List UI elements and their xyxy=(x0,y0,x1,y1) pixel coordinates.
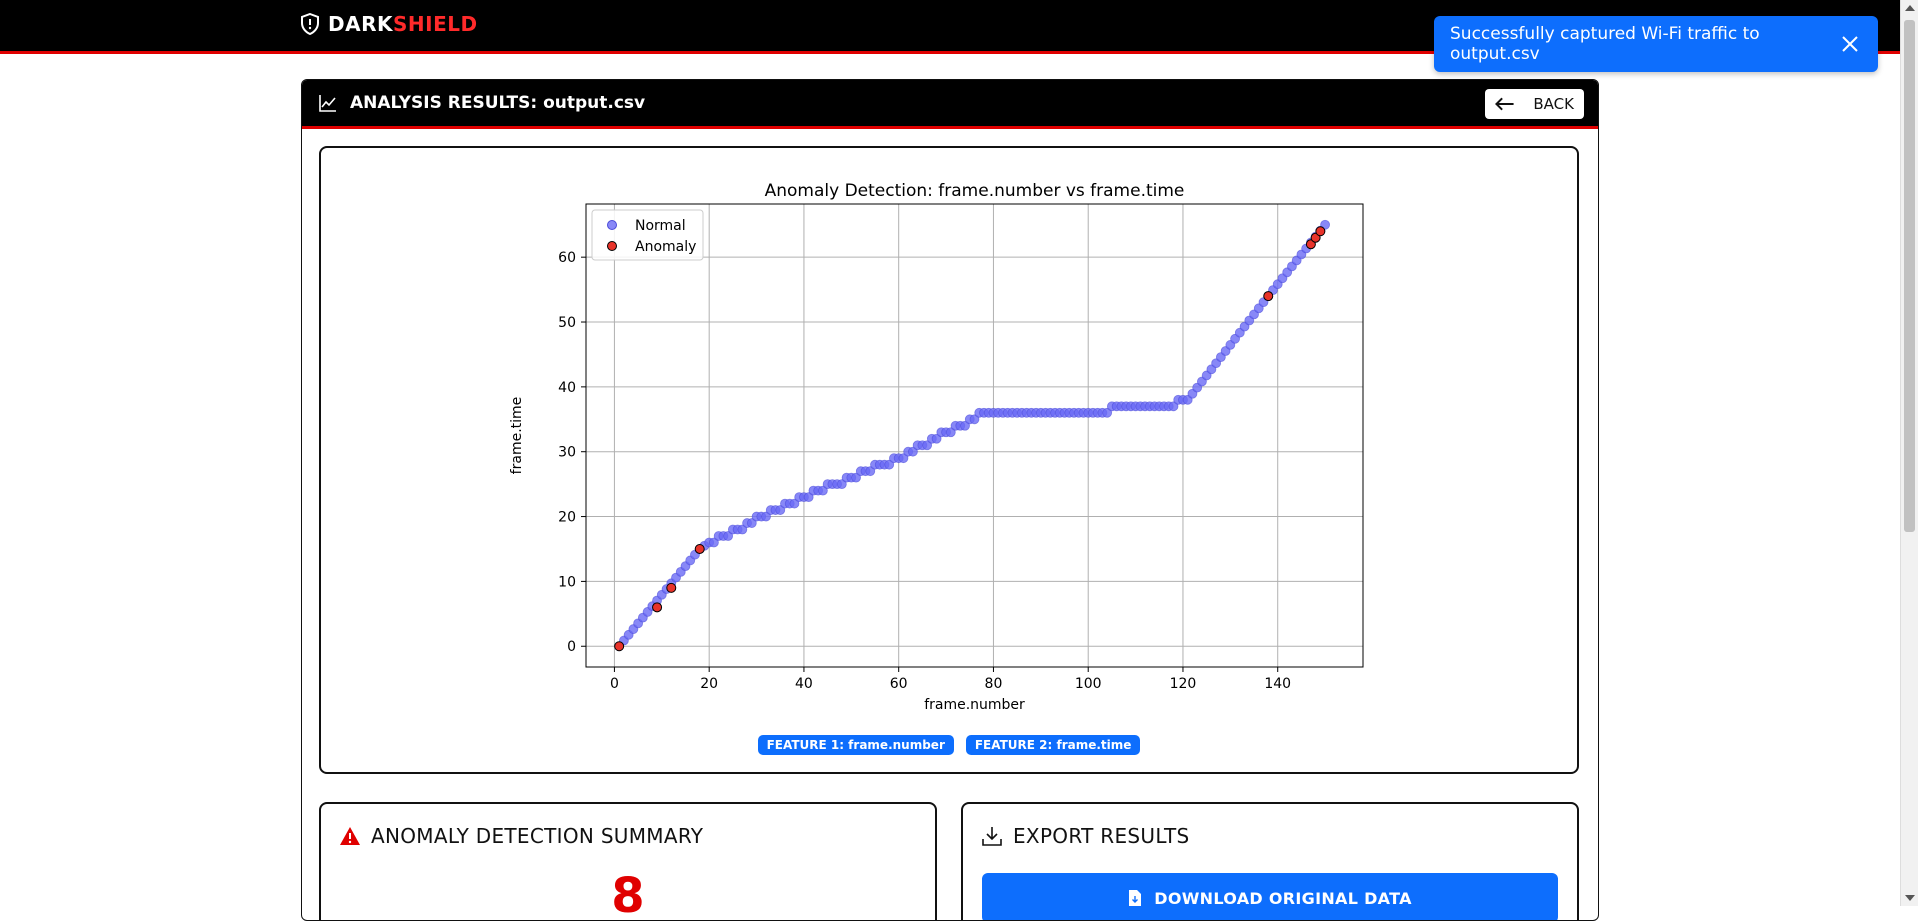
anomaly-point xyxy=(614,641,625,652)
anomaly-point xyxy=(652,602,663,613)
summary-header: ANOMALY DETECTION SUMMARY xyxy=(339,824,703,848)
page-scrollbar[interactable] xyxy=(1900,0,1918,906)
panel-header: ANALYSIS RESULTS: output.csv BACK xyxy=(302,80,1598,129)
y-tick-label: 50 xyxy=(558,315,576,331)
success-toast: Successfully captured Wi-Fi traffic to o… xyxy=(1434,16,1878,72)
brand-name-shield: SHIELD xyxy=(392,12,478,36)
analysis-results-panel: ANALYSIS RESULTS: output.csv BACK 0 20 40 6… xyxy=(301,79,1599,921)
x-tick-label: 140 xyxy=(1264,676,1291,692)
close-icon[interactable] xyxy=(1838,32,1862,56)
x-tick-label: 60 xyxy=(890,676,908,692)
y-tick-label: 20 xyxy=(558,510,576,526)
y-tick-label: 60 xyxy=(558,250,576,266)
anomaly-point xyxy=(1263,291,1274,302)
chart-title: Anomaly Detection: frame.number vs frame… xyxy=(765,181,1185,201)
y-tick-label: 40 xyxy=(558,380,576,396)
download-original-button[interactable]: DOWNLOAD ORIGINAL DATA xyxy=(982,873,1558,920)
feature-badges: FEATURE 1: frame.number FEATURE 2: frame… xyxy=(321,735,1577,755)
back-button[interactable]: BACK xyxy=(1485,89,1584,119)
feature2-badge: FEATURE 2: frame.time xyxy=(965,735,1141,755)
anomaly-point xyxy=(666,582,677,593)
scroll-down-arrow-icon[interactable] xyxy=(1905,895,1915,901)
y-tick-label: 10 xyxy=(558,574,576,590)
legend-normal-label: Normal xyxy=(635,218,686,234)
export-results-card: EXPORT RESULTS DOWNLOAD ORIGINAL DATA xyxy=(961,802,1579,920)
legend-normal-marker xyxy=(607,220,617,230)
download-label: DOWNLOAD ORIGINAL DATA xyxy=(1154,888,1412,908)
y-tick-label: 30 xyxy=(558,445,576,461)
x-tick-label: 0 xyxy=(610,676,619,692)
x-tick-label: 20 xyxy=(700,676,718,692)
y-axis-label: frame.time xyxy=(509,397,525,475)
line-chart-icon xyxy=(319,95,336,112)
y-tick-label: 0 xyxy=(567,639,576,655)
plot-frame xyxy=(585,203,1364,668)
anomaly-point xyxy=(1315,226,1326,237)
summary-title: ANOMALY DETECTION SUMMARY xyxy=(371,824,704,848)
anomaly-count: 8 xyxy=(611,868,645,921)
toast-message: Successfully captured Wi-Fi traffic to o… xyxy=(1450,24,1760,64)
scroll-up-arrow-icon[interactable] xyxy=(1905,5,1915,11)
anomaly-summary-card: ANOMALY DETECTION SUMMARY 8 xyxy=(319,802,937,921)
back-label: BACK xyxy=(1533,95,1574,113)
legend-anomaly-label: Anomaly xyxy=(635,239,696,255)
panel-title: ANALYSIS RESULTS: output.csv xyxy=(350,93,646,113)
brand-name: DARKSHIELD xyxy=(328,12,478,36)
feature1-badge: FEATURE 1: frame.number xyxy=(757,735,954,755)
legend-anomaly-marker xyxy=(607,241,617,251)
chart-card: 0 20 40 60 80 100 120 140 0 10 20 30 40 50 60 Anomaly D… xyxy=(319,146,1579,774)
scrollbar-thumb[interactable] xyxy=(1904,20,1915,532)
warning-icon xyxy=(340,827,360,845)
anomaly-point xyxy=(694,543,705,554)
export-header: EXPORT RESULTS xyxy=(981,824,1190,848)
x-tick-label: 120 xyxy=(1170,676,1197,692)
brand-logo[interactable]: DARKSHIELD xyxy=(300,12,478,36)
export-title: EXPORT RESULTS xyxy=(1013,824,1190,848)
x-tick-label: 100 xyxy=(1075,676,1102,692)
x-tick-label: 80 xyxy=(985,676,1003,692)
x-axis-label: frame.number xyxy=(924,697,1025,713)
brand-name-dark: DARK xyxy=(328,12,393,36)
download-icon xyxy=(982,827,1002,846)
scatter-chart: 0 20 40 60 80 100 120 140 0 10 20 30 40 50 60 Anomaly D… xyxy=(509,181,1364,713)
arrow-left-icon xyxy=(1495,97,1514,111)
shield-icon xyxy=(301,13,319,35)
x-tick-label: 40 xyxy=(795,676,813,692)
file-download-icon xyxy=(1129,890,1142,906)
